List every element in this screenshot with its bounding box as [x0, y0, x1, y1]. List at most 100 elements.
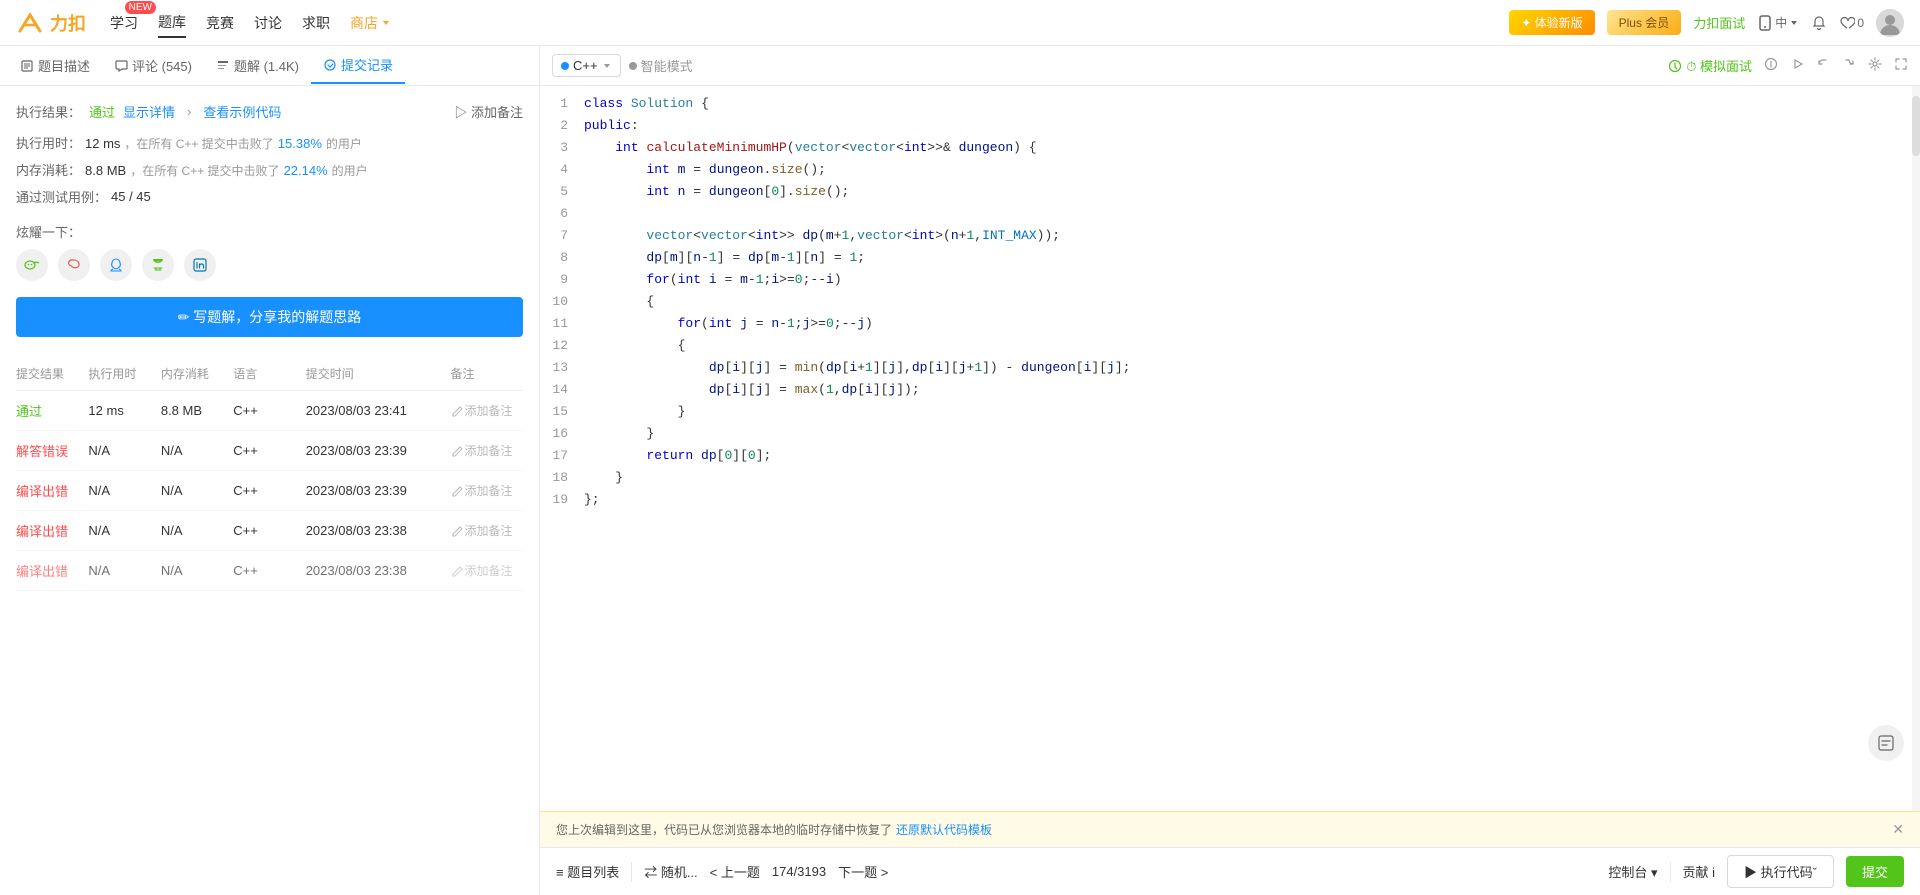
lang-label: C++	[573, 58, 598, 73]
heart-btn[interactable]: 0	[1839, 15, 1864, 31]
table-row: 编译出错 N/A N/A C++ 2023/08/03 23:38 添加备注	[16, 551, 523, 591]
submit-btn[interactable]: 提交	[1846, 856, 1904, 887]
settings-icon-btn[interactable]	[1868, 57, 1882, 74]
runtime-value: 12 ms	[85, 136, 120, 151]
code-line-3: 3 int calculateMinimumHP(vector<vector<i…	[540, 138, 1920, 160]
smart-dot	[629, 62, 637, 70]
editor-scrollbar[interactable]	[1912, 86, 1920, 811]
code-line-1: 1 class Solution {	[540, 94, 1920, 116]
testcase-value: 45 / 45	[111, 189, 151, 204]
code-editor[interactable]: 1 class Solution { 2 public: 3 int calcu…	[540, 86, 1920, 811]
wechat-share-icon[interactable]	[16, 249, 48, 281]
qq-share-icon[interactable]	[100, 249, 132, 281]
write-solution-btn[interactable]: ✏ 写题解，分享我的解题思路	[16, 297, 523, 337]
float-action-btn[interactable]	[1868, 725, 1904, 761]
tab-solutions[interactable]: 题解 (1.4K)	[204, 48, 311, 83]
tab-comments[interactable]: 评论 (545)	[102, 48, 204, 83]
code-line-18: 18 }	[540, 468, 1920, 490]
undo-icon-btn[interactable]	[1816, 57, 1830, 74]
redo-icon-btn[interactable]	[1842, 57, 1856, 74]
result-status: 通过	[89, 102, 115, 121]
code-line-11: 11 for(int j = n-1;j>=0;--j)	[540, 314, 1920, 336]
detail-link[interactable]: 显示详情	[123, 102, 175, 121]
tab-problem-desc[interactable]: 题目描述	[8, 48, 102, 83]
result-header: 执行结果： 通过 显示详情 › 查看示例代码 ▷ 添加备注	[16, 102, 523, 121]
experience-btn[interactable]: ✦ 体验新版	[1509, 10, 1594, 35]
add-note-btn[interactable]: ▷ 添加备注	[454, 102, 523, 121]
code-line-19: 19 };	[540, 490, 1920, 512]
nav-item-problems[interactable]: 题库	[158, 8, 186, 38]
plus-member-btn[interactable]: Plus 会员	[1607, 10, 1682, 35]
code-line-16: 16 }	[540, 424, 1920, 446]
smart-mode-toggle[interactable]: 智能模式	[629, 56, 693, 75]
table-row: 编译出错 N/A N/A C++ 2023/08/03 23:39 添加备注	[16, 471, 523, 511]
nav-item-discuss[interactable]: 讨论	[254, 9, 282, 37]
code-line-6: 6	[540, 204, 1920, 226]
fullscreen-icon-btn[interactable]	[1894, 57, 1908, 74]
code-line-10: 10 {	[540, 292, 1920, 314]
next-btn[interactable]: 下一题 >	[838, 862, 888, 881]
right-panel: C++ 智能模式 ⏱ 模拟面试	[540, 46, 1920, 895]
table-row: 编译出错 N/A N/A C++ 2023/08/03 23:38 添加备注	[16, 511, 523, 551]
submissions-table: 提交结果 执行用时 内存消耗 语言 提交时间 备注 通过 12 ms 8.8 M…	[16, 357, 523, 591]
run-code-btn[interactable]: ▶ 执行代码ˇ	[1727, 855, 1834, 888]
phone-icon-btn[interactable]: 中	[1757, 14, 1799, 31]
logo-text: 力扣	[50, 10, 86, 36]
tab-bar: 题目描述 评论 (545) 题解 (1.4K) 提交记录	[0, 46, 539, 86]
nav-right: ✦ 体验新版 Plus 会员 力扣面试 中 0	[1509, 9, 1904, 37]
bell-btn[interactable]	[1811, 15, 1827, 31]
mock-interview-btn[interactable]: ⏱ 模拟面试	[1668, 56, 1752, 75]
code-line-15: 15 }	[540, 402, 1920, 424]
submissions-header: 提交结果 执行用时 内存消耗 语言 提交时间 备注	[16, 357, 523, 391]
douban-share-icon[interactable]	[142, 249, 174, 281]
code-line-9: 9 for(int i = m-1;i>=0;--i)	[540, 270, 1920, 292]
restore-template-link[interactable]: 还原默认代码模板	[896, 821, 992, 838]
example-link[interactable]: 查看示例代码	[203, 102, 281, 121]
new-badge: NEW	[125, 1, 156, 14]
problem-list-btn[interactable]: ≡ 题目列表	[556, 862, 619, 881]
run-icon-btn[interactable]	[1790, 57, 1804, 74]
avatar[interactable]	[1876, 9, 1904, 37]
divider	[631, 862, 632, 882]
interview-btn[interactable]: 力扣面试	[1693, 13, 1745, 32]
memory-row: 内存消耗： 8.8 MB ，在所有 C++ 提交中击败了 22.14% 的用户	[16, 160, 523, 179]
memory-percent: 22.14%	[284, 163, 328, 178]
memory-value: 8.8 MB	[85, 163, 126, 178]
weibo-share-icon[interactable]	[58, 249, 90, 281]
editor-toolbar: C++ 智能模式 ⏱ 模拟面试	[540, 46, 1920, 86]
nav-items: 学习 NEW 题库 竞赛 讨论 求职 商店	[110, 8, 392, 38]
code-line-2: 2 public:	[540, 116, 1920, 138]
code-line-7: 7 vector<vector<int>> dp(m+1,vector<int>…	[540, 226, 1920, 248]
nav-item-jobs[interactable]: 求职	[302, 9, 330, 37]
top-navigation: 力扣 学习 NEW 题库 竞赛 讨论 求职 商店 ✦ 体验新版 Plus 会员 …	[0, 0, 1920, 46]
tab-submissions[interactable]: 提交记录	[311, 47, 405, 84]
console-btn[interactable]: 控制台 ▾	[1608, 862, 1657, 881]
linkedin-share-icon[interactable]	[184, 249, 216, 281]
prev-btn[interactable]: < 上一题	[710, 862, 760, 881]
left-panel: 题目描述 评论 (545) 题解 (1.4K) 提交记录 执行结果： 通过 显示…	[0, 46, 540, 895]
code-line-14: 14 dp[i][j] = max(1,dp[i][j]);	[540, 380, 1920, 402]
logo[interactable]: 力扣	[16, 9, 86, 37]
random-btn[interactable]: ⇄ 随机...	[644, 862, 697, 881]
page-info: 174/3193	[772, 864, 826, 879]
code-line-17: 17 return dp[0][0];	[540, 446, 1920, 468]
info-icon-btn[interactable]	[1764, 57, 1778, 74]
bottom-right-actions: 控制台 ▾ 贡献 i ▶ 执行代码ˇ 提交	[1608, 855, 1904, 888]
runtime-percent: 15.38%	[278, 136, 322, 151]
main-layout: 题目描述 评论 (545) 题解 (1.4K) 提交记录 执行结果： 通过 显示…	[0, 46, 1920, 895]
divider2	[1670, 862, 1671, 882]
smart-mode-label: 智能模式	[641, 56, 693, 75]
nav-item-contest[interactable]: 竞赛	[206, 9, 234, 37]
notification-close-btn[interactable]: ✕	[1892, 821, 1904, 838]
language-select[interactable]: C++	[552, 54, 621, 77]
nav-item-learning[interactable]: 学习 NEW	[110, 9, 138, 37]
editor-area[interactable]: 1 class Solution { 2 public: 3 int calcu…	[540, 86, 1920, 811]
bottom-bar: ≡ 题目列表 ⇄ 随机... < 上一题 174/3193 下一题 > 控制台 …	[540, 847, 1920, 895]
scrollbar-thumb[interactable]	[1912, 96, 1920, 156]
table-row: 通过 12 ms 8.8 MB C++ 2023/08/03 23:41 添加备…	[16, 391, 523, 431]
code-line-13: 13 dp[i][j] = min(dp[i+1][j],dp[i][j+1])…	[540, 358, 1920, 380]
share-icons	[16, 249, 523, 281]
contribute-btn[interactable]: 贡献 i	[1683, 862, 1716, 881]
testcase-row: 通过测试用例： 45 / 45	[16, 187, 523, 206]
nav-item-shop[interactable]: 商店	[350, 9, 392, 37]
